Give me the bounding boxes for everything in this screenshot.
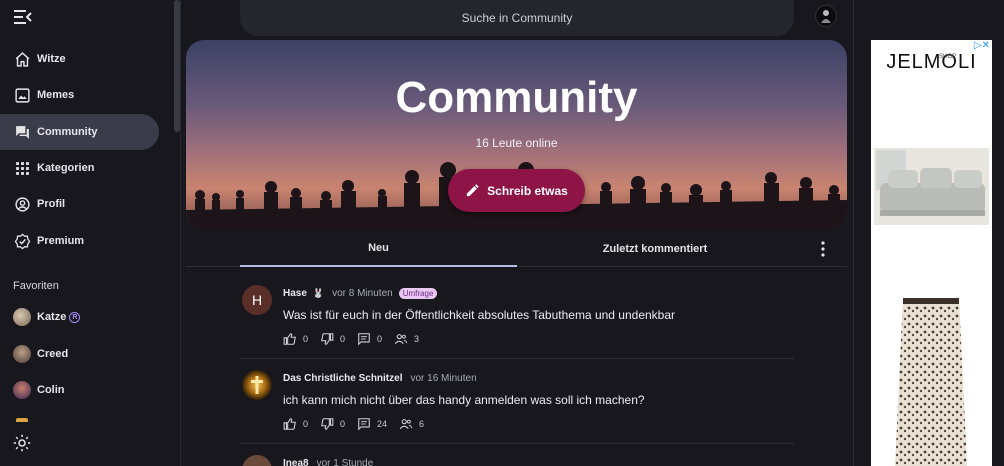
favorite-avatar-partial [16, 418, 28, 422]
comment-button[interactable]: 0 [357, 332, 382, 346]
advertisement[interactable]: ▷✕ JELMOLI SHOP [871, 40, 992, 466]
participants-indicator: 6 [399, 417, 424, 431]
divider [180, 0, 181, 466]
avatar-figure-icon [821, 10, 831, 23]
dislike-button[interactable]: 0 [320, 332, 345, 346]
pencil-icon [467, 184, 479, 197]
divider [240, 443, 794, 444]
thumb-down-icon [321, 333, 334, 345]
poll-badge: Umfrage [398, 288, 438, 299]
sofa-product-image [874, 148, 989, 225]
avatar: H [242, 285, 272, 315]
menu-collapse-icon[interactable] [14, 9, 32, 25]
thumb-down-icon [321, 418, 334, 430]
post-author[interactable]: Hase [283, 288, 307, 299]
avatar [13, 308, 31, 326]
online-count: 16 Leute online [475, 136, 558, 150]
verified-badge-icon [13, 232, 31, 250]
comment-icon [358, 333, 370, 346]
post-time: vor 1 Stunde [316, 458, 374, 466]
ad-choices-icon[interactable]: ▷✕ [974, 40, 990, 51]
like-count: 0 [303, 419, 309, 429]
sidebar-item-label: Witze [37, 53, 66, 65]
tab-zuletzt-kommentiert[interactable]: Zuletzt kommentiert [517, 231, 793, 267]
sidebar-item-label: Kategorien [37, 162, 95, 174]
tab-label: Neu [368, 242, 389, 254]
dislike-count: 0 [340, 419, 346, 429]
forum-icon [13, 123, 31, 141]
search-placeholder: Suche in Community [461, 11, 573, 25]
like-button[interactable]: 0 [283, 417, 308, 431]
comment-icon [358, 418, 370, 431]
post-time: vor 8 Minuten [332, 288, 393, 299]
home-icon [13, 50, 31, 68]
sidebar-item-label: Community [37, 126, 98, 138]
sidebar: Witze Memes Community Kategorien Profil [0, 0, 170, 466]
search-bar[interactable]: Suche in Community [240, 0, 794, 36]
account-icon [13, 195, 31, 213]
participants-indicator: 3 [394, 332, 419, 346]
sidebar-item-premium[interactable]: Premium [0, 223, 159, 259]
write-post-button[interactable]: Schreib etwas [448, 169, 585, 212]
registered-icon: R [69, 311, 81, 323]
divider [853, 0, 854, 466]
post-text[interactable]: ich kann mich nicht über das handy anmel… [283, 393, 645, 407]
favorite-label: Katze [37, 311, 67, 323]
people-icon [394, 334, 408, 345]
thumb-up-icon [283, 333, 296, 345]
like-count: 0 [303, 334, 309, 344]
favorite-label: Creed [37, 348, 69, 360]
page-title: Community [395, 73, 638, 122]
sun-icon[interactable] [13, 434, 31, 452]
comment-count: 24 [377, 419, 388, 429]
ad-shop-label: SHOP [939, 54, 957, 60]
ad-brand-logo: JELMOLI [886, 51, 977, 73]
write-post-label: Schreib etwas [487, 183, 568, 198]
skirt-product-image [895, 298, 967, 466]
sidebar-item-memes[interactable]: Memes [0, 77, 159, 113]
avatar [13, 381, 31, 399]
sidebar-item-profil[interactable]: Profil [0, 186, 159, 222]
avatar [13, 345, 31, 363]
image-icon [13, 86, 31, 104]
like-button[interactable]: 0 [283, 332, 308, 346]
sidebar-item-kategorien[interactable]: Kategorien [0, 150, 159, 186]
grid-icon [13, 159, 31, 177]
favorite-label: Colin [37, 384, 65, 396]
sidebar-item-label: Memes [37, 89, 75, 101]
participant-count: 3 [414, 334, 420, 344]
favorite-item-colin[interactable]: Colin [0, 375, 159, 405]
favorite-item-creed[interactable]: Creed [0, 339, 159, 369]
avatar [242, 370, 272, 400]
favorites-title: Favoriten [13, 280, 59, 292]
divider [240, 358, 794, 359]
comment-count: 0 [377, 334, 383, 344]
tab-neu[interactable]: Neu [240, 231, 517, 267]
avatar [242, 455, 272, 466]
thumb-up-icon [283, 418, 296, 430]
user-avatar[interactable] [815, 5, 837, 27]
post-text[interactable]: Was ist für euch in der Öffentlichkeit a… [283, 308, 675, 322]
dislike-count: 0 [340, 334, 346, 344]
sidebar-item-community[interactable]: Community [0, 114, 159, 150]
post-author[interactable]: Das Christliche Schnitzel [283, 373, 402, 384]
favorite-item-katze[interactable]: Katze R [0, 302, 159, 332]
feed-tabs: Neu Zuletzt kommentiert [186, 231, 847, 267]
community-hero-banner: Community 16 Leute online Schreib etwas [186, 40, 847, 230]
tab-label: Zuletzt kommentiert [602, 243, 708, 255]
sidebar-item-label: Premium [37, 235, 85, 247]
participant-count: 6 [419, 419, 425, 429]
post-time: vor 16 Minuten [410, 373, 477, 384]
post-author[interactable]: Inea8 [283, 458, 309, 466]
comment-button[interactable]: 24 [357, 417, 387, 431]
dislike-button[interactable]: 0 [320, 417, 345, 431]
sidebar-item-label: Profil [37, 198, 66, 210]
more-options-icon[interactable] [819, 241, 827, 257]
people-icon [399, 419, 413, 430]
author-emoji: 🐰 [312, 288, 325, 298]
sidebar-item-witze[interactable]: Witze [0, 41, 159, 77]
cross-icon [251, 376, 263, 394]
